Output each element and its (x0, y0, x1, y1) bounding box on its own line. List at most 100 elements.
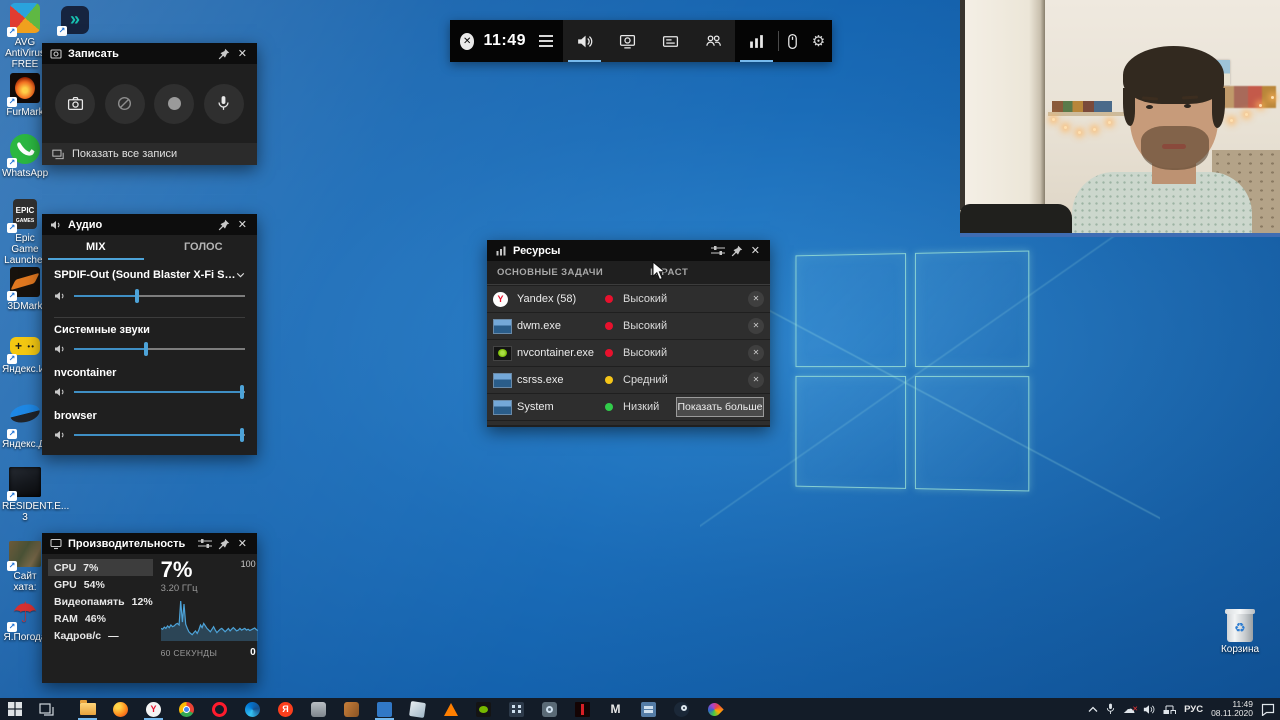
show-more-button[interactable]: Показать больше (676, 397, 764, 417)
performance-widget-button[interactable] (735, 20, 778, 62)
camera-icon (67, 95, 84, 112)
metric-row-ram[interactable]: RAM 46% (48, 610, 153, 627)
end-task-button[interactable]: ✕ (748, 345, 764, 361)
end-task-button[interactable]: ✕ (748, 318, 764, 334)
slider-knob[interactable] (135, 289, 139, 303)
xbox-icon[interactable]: ✕ (460, 33, 474, 50)
audio-device-selector[interactable]: SPDIF-Out (Sound Blaster X-Fi Surround..… (54, 269, 245, 281)
audio-widget-header[interactable]: Аудио ✕ (42, 214, 257, 235)
slider-knob[interactable] (240, 428, 244, 442)
speaker-icon (54, 429, 66, 441)
volume-row-system (54, 336, 245, 362)
audio-tabs: MIX ГОЛОС (42, 235, 257, 260)
taskbar-clock[interactable]: 11:49 08.11.2020 (1211, 700, 1253, 719)
gamebar-settings-button[interactable]: ⚙ (805, 20, 832, 62)
taskbar-3d-viewer[interactable] (401, 698, 434, 720)
pin-icon[interactable] (218, 219, 230, 231)
resources-widget-header[interactable]: Ресурсы ✕ (487, 240, 770, 261)
metric-row-fps[interactable]: Кадров/с — (48, 627, 153, 644)
taskbar-game-center[interactable] (302, 698, 335, 720)
taskbar-opera[interactable] (203, 698, 236, 720)
tray-expand-button[interactable] (1088, 706, 1098, 713)
volume-slider-browser[interactable] (74, 428, 245, 442)
close-icon[interactable]: ✕ (749, 244, 762, 257)
taskbar-chrome[interactable] (170, 698, 203, 720)
tray-microphone[interactable] (1106, 703, 1115, 715)
close-icon[interactable]: ✕ (236, 218, 249, 231)
performance-widget-icon (50, 538, 62, 550)
volume-slider-device[interactable] (74, 289, 245, 303)
taskbar-app-orange[interactable] (335, 698, 368, 720)
desktop-icon-filmora[interactable]: »↗ (52, 4, 98, 34)
webcam-detail (1078, 131, 1081, 134)
gamebar-clock: 11:49 (483, 32, 526, 50)
nvidia-icon (476, 702, 491, 717)
pin-icon[interactable] (731, 245, 743, 257)
tab-mix[interactable]: MIX (42, 235, 150, 260)
taskbar-vlc[interactable] (434, 698, 467, 720)
tray-onedrive[interactable]: ☁✕ (1123, 703, 1135, 715)
end-task-button[interactable]: ✕ (748, 372, 764, 388)
widget-menu-icon[interactable] (539, 35, 553, 47)
widget-title: Ресурсы (513, 245, 560, 257)
slider-knob[interactable] (240, 385, 244, 399)
capture-widget-button[interactable] (606, 20, 649, 62)
looking-for-group-button[interactable] (692, 20, 735, 62)
language-indicator[interactable]: РУС (1184, 704, 1203, 715)
taskbar-steam[interactable] (665, 698, 698, 720)
audio-widget-button[interactable] (563, 20, 606, 62)
metric-row-gpu[interactable]: GPU 54% (48, 576, 153, 593)
action-center-button[interactable] (1261, 703, 1275, 716)
pin-icon[interactable] (218, 538, 230, 550)
shortcut-arrow-icon: ↗ (7, 429, 17, 439)
edge-icon (245, 702, 260, 717)
filter-icon[interactable] (198, 538, 212, 549)
broadcast-widget-button[interactable] (649, 20, 692, 62)
taskbar-app-red[interactable] (566, 698, 599, 720)
task-view-button[interactable] (30, 698, 63, 720)
taskbar-app-m[interactable]: M (599, 698, 632, 720)
taskbar-app-lj[interactable] (632, 698, 665, 720)
opera-icon (212, 702, 227, 717)
taskbar-edge[interactable] (236, 698, 269, 720)
volume-slider-nvcontainer[interactable] (74, 385, 245, 399)
slider-knob[interactable] (144, 342, 148, 356)
chevron-up-icon (1088, 706, 1098, 713)
tray-volume[interactable] (1143, 704, 1155, 715)
capture-widget: Записать ✕ (42, 43, 257, 165)
desktop-icon-resident-evil[interactable]: ↗ RESIDENT.E... 3 (2, 466, 48, 523)
performance-widget-header[interactable]: Производительность ✕ (42, 533, 257, 554)
metric-row-vram[interactable]: Видеопамять 12% (48, 593, 153, 610)
show-all-captures-button[interactable]: Показать все записи (42, 143, 257, 165)
taskbar-nvidia[interactable] (467, 698, 500, 720)
tab-voice[interactable]: ГОЛОС (150, 235, 258, 260)
taskbar-app-blue[interactable] (368, 698, 401, 720)
filter-icon[interactable] (711, 245, 725, 256)
taskbar-firefox[interactable] (104, 698, 137, 720)
volume-slider-system[interactable] (74, 342, 245, 356)
capture-widget-header[interactable]: Записать ✕ (42, 43, 257, 64)
end-task-button[interactable]: ✕ (748, 291, 764, 307)
tray-network[interactable] (1163, 704, 1176, 715)
pin-icon[interactable] (218, 48, 230, 60)
close-icon[interactable]: ✕ (236, 47, 249, 60)
taskbar-camera[interactable] (533, 698, 566, 720)
metric-row-cpu[interactable]: CPU 7% (48, 559, 153, 576)
record-last-button[interactable] (105, 84, 145, 124)
recycle-bin-icon: ♻ (1227, 612, 1253, 642)
mouse-settings-button[interactable] (779, 20, 805, 62)
start-button[interactable] (0, 698, 30, 720)
taskbar-file-explorer[interactable] (71, 698, 104, 720)
error-badge: ✕ (1132, 704, 1138, 716)
screenshot-button[interactable] (55, 84, 95, 124)
taskbar-paint[interactable] (698, 698, 731, 720)
microphone-toggle-button[interactable] (204, 84, 244, 124)
windows-pane (795, 253, 905, 366)
taskbar-yandex[interactable]: Я (269, 698, 302, 720)
taskbar-yandex-browser[interactable]: Y (137, 698, 170, 720)
desktop-icon-recycle-bin[interactable]: ♻ Корзина (1214, 612, 1266, 655)
close-icon[interactable]: ✕ (236, 537, 249, 550)
taskbar-calculator[interactable] (500, 698, 533, 720)
record-button[interactable] (154, 84, 194, 124)
webcam-detail (1064, 126, 1067, 129)
